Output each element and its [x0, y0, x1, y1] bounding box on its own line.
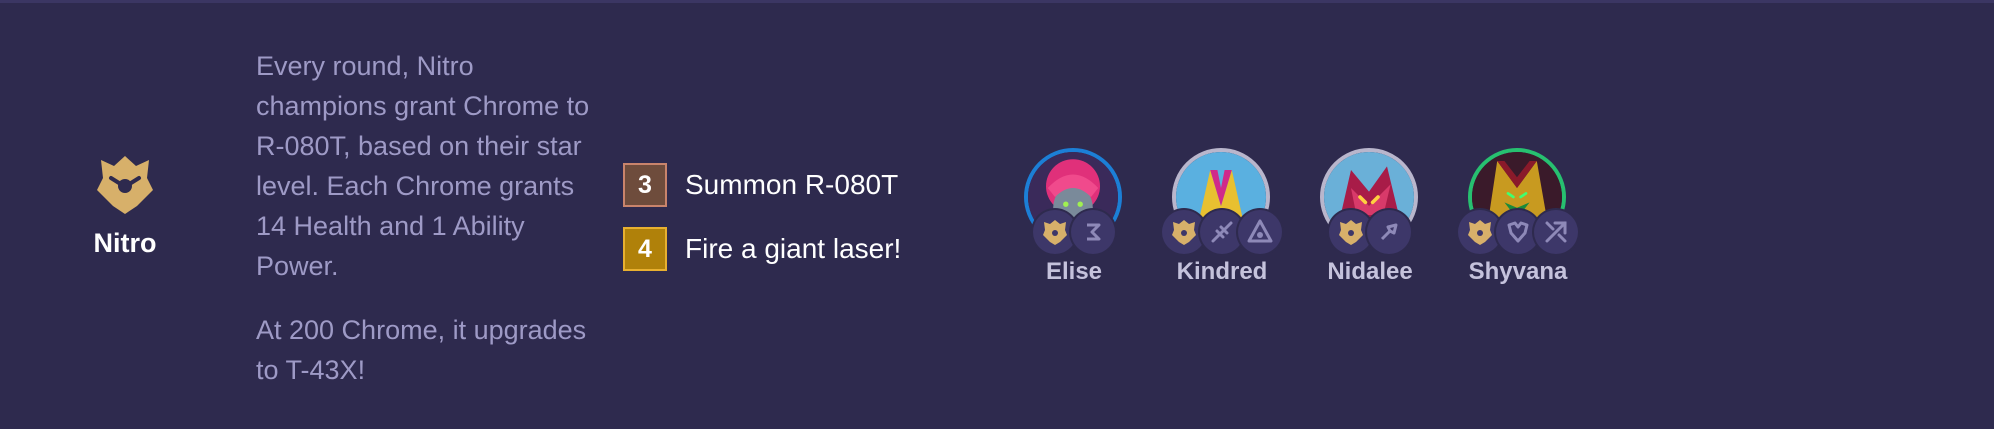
champion-name: Elise: [1045, 258, 1103, 285]
techie-icon: [1238, 210, 1282, 254]
top-divider: [0, 0, 1994, 3]
amp-icon: [1367, 210, 1411, 254]
breakpoint-effect: Fire a giant laser!: [685, 233, 902, 264]
breakpoint-count-badge: 3: [623, 163, 667, 207]
champion-traits: [1296, 210, 1444, 254]
trait-breakpoints: 3 Summon R-080T 4 Fire a giant laser!: [623, 161, 901, 289]
marksman-icon: [1534, 210, 1578, 254]
champion-traits: [1148, 210, 1296, 254]
breakpoint-count-badge: 4: [623, 227, 667, 271]
champion-name: Kindred: [1176, 258, 1268, 285]
breakpoint-row: 4 Fire a giant laser!: [623, 225, 901, 273]
nitro-trait-icon: [97, 156, 153, 214]
champion-card-elise[interactable]: Elise: [1000, 148, 1148, 286]
breakpoint-effect: Summon R-080T: [685, 169, 899, 200]
breakpoint-row: 3 Summon R-080T: [623, 161, 901, 209]
champion-traits: [1000, 210, 1148, 254]
description-paragraph: Every round, Nitro champions grant Chrom…: [256, 51, 590, 281]
champion-name: Shyvana: [1468, 258, 1568, 285]
description-paragraph: At 200 Chrome, it upgrades to T-43X!: [256, 315, 587, 385]
champion-name: Nidalee: [1327, 258, 1413, 285]
champion-card-nidalee[interactable]: Nidalee: [1296, 148, 1444, 286]
bastion-icon: [1071, 210, 1115, 254]
trait-description: Every round, Nitro champions grant Chrom…: [256, 46, 596, 390]
trait-header: Nitro: [60, 150, 190, 259]
champion-card-shyvana[interactable]: Shyvana: [1444, 148, 1592, 286]
trait-name: Nitro: [93, 228, 157, 258]
champion-traits: [1444, 210, 1592, 254]
champion-list: Elise Kindred Nidalee Shyvana: [1000, 148, 1592, 286]
champion-card-kindred[interactable]: Kindred: [1148, 148, 1296, 286]
